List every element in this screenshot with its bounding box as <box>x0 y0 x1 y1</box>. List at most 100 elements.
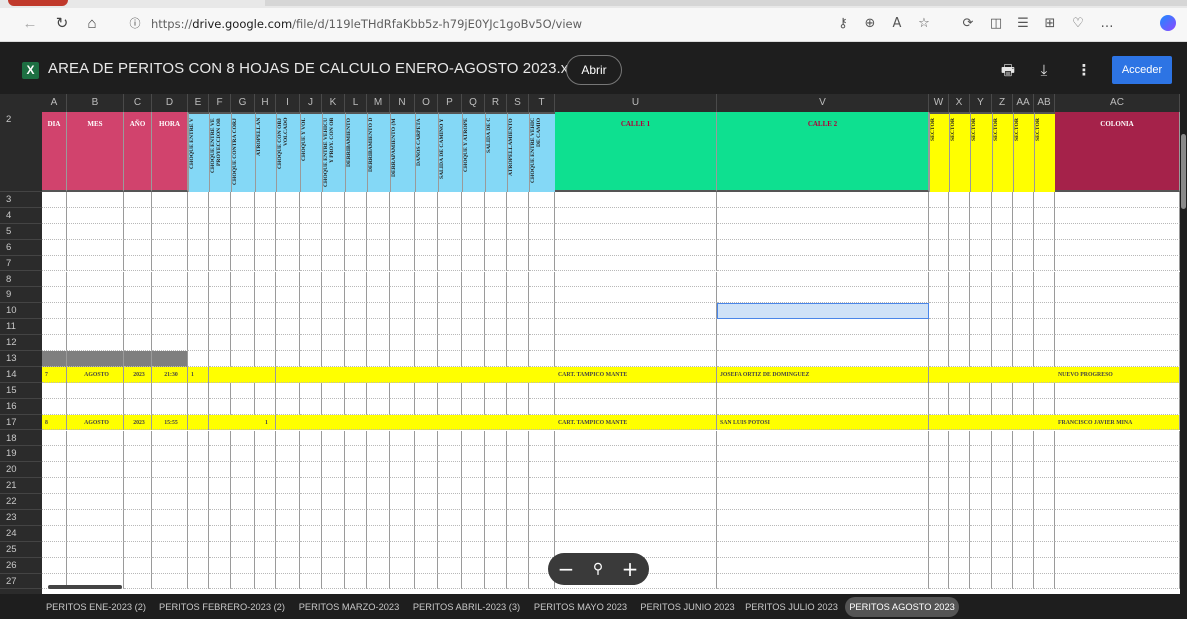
cell-p25[interactable] <box>438 541 462 558</box>
cell-b9[interactable] <box>67 287 124 304</box>
cell-e24[interactable] <box>188 525 209 542</box>
cell-v10[interactable] <box>717 303 929 320</box>
cell-ac17[interactable]: FRANCISCO JAVIER MINA <box>1055 414 1180 431</box>
cell-aa11[interactable] <box>1013 319 1034 336</box>
cell-j11[interactable] <box>300 319 322 336</box>
cell-ab21[interactable] <box>1034 478 1055 495</box>
cell-u20[interactable] <box>555 462 717 479</box>
cell-c8[interactable] <box>124 271 152 288</box>
cell-g11[interactable] <box>231 319 255 336</box>
home-icon[interactable]: ⌂ <box>82 14 102 34</box>
cell-u22[interactable] <box>555 494 717 510</box>
cell-s22[interactable] <box>507 494 529 510</box>
cell-k8[interactable] <box>322 271 345 288</box>
cell-e18[interactable] <box>188 430 209 447</box>
cell-z11[interactable] <box>992 319 1013 336</box>
cell-t13[interactable] <box>529 351 555 367</box>
cell-n25[interactable] <box>390 541 415 558</box>
cell-r9[interactable] <box>485 287 507 304</box>
cell-p7[interactable] <box>438 255 462 272</box>
cell-t22[interactable] <box>529 494 555 510</box>
cell-v12[interactable] <box>717 335 929 351</box>
row-header-23[interactable]: 23 <box>0 510 42 526</box>
cell-ab7[interactable] <box>1034 255 1055 272</box>
cell-l26[interactable] <box>345 557 367 574</box>
cell-z4[interactable] <box>992 207 1013 224</box>
cell-g16[interactable] <box>231 398 255 415</box>
cell-i5[interactable] <box>276 223 300 240</box>
cell-t21[interactable] <box>529 478 555 495</box>
cell-h13[interactable] <box>255 351 276 367</box>
cell-z26[interactable] <box>992 557 1013 574</box>
cell-u10[interactable] <box>555 303 717 320</box>
cell-r18[interactable] <box>485 430 507 447</box>
cell-ab8[interactable] <box>1034 271 1055 288</box>
cell-n26[interactable] <box>390 557 415 574</box>
cell-w9[interactable] <box>929 287 949 304</box>
cell-i13[interactable] <box>276 351 300 367</box>
cell-ac11[interactable] <box>1055 319 1180 336</box>
cell-h4[interactable] <box>255 207 276 224</box>
cell-m12[interactable] <box>367 335 390 351</box>
cell-h7[interactable] <box>255 255 276 272</box>
cell-z20[interactable] <box>992 462 1013 479</box>
cell-w12[interactable] <box>929 335 949 351</box>
row-header-10[interactable]: 10 <box>0 303 42 320</box>
cell-c7[interactable] <box>124 255 152 272</box>
cell-r20[interactable] <box>485 462 507 479</box>
cell-k24[interactable] <box>322 525 345 542</box>
cell-n21[interactable] <box>390 478 415 495</box>
cell-b12[interactable] <box>67 335 124 351</box>
cell-d12[interactable] <box>152 335 188 351</box>
cell-p24[interactable] <box>438 525 462 542</box>
cell-l13[interactable] <box>345 351 367 367</box>
row-header-3[interactable]: 3 <box>0 192 42 208</box>
cell-i27[interactable] <box>276 573 300 590</box>
cell-l4[interactable] <box>345 207 367 224</box>
cell-r21[interactable] <box>485 478 507 495</box>
cell-d17[interactable]: 15:55 <box>152 414 188 431</box>
cell-s15[interactable] <box>507 382 529 399</box>
cell-p13[interactable] <box>438 351 462 367</box>
row-header-19[interactable]: 19 <box>0 446 42 463</box>
cell-j3[interactable] <box>300 192 322 208</box>
cell-s21[interactable] <box>507 478 529 495</box>
cell-ab10[interactable] <box>1034 303 1055 320</box>
cell-o13[interactable] <box>415 351 438 367</box>
cell-a15[interactable] <box>42 382 67 399</box>
cell-k13[interactable] <box>322 351 345 367</box>
cell-s10[interactable] <box>507 303 529 320</box>
cell-ac4[interactable] <box>1055 207 1180 224</box>
cell-w3[interactable] <box>929 192 949 208</box>
column-header-x[interactable]: X <box>949 94 970 112</box>
cell-y11[interactable] <box>970 319 992 336</box>
cell-j19[interactable] <box>300 446 322 463</box>
cell-u18[interactable] <box>555 430 717 447</box>
cell-s8[interactable] <box>507 271 529 288</box>
cell-f24[interactable] <box>209 525 231 542</box>
sheet-tab-7[interactable]: PERITOS JULIO 2023 <box>742 597 841 617</box>
print-icon[interactable]: 🖶 <box>997 59 1019 81</box>
cell-g18[interactable] <box>231 430 255 447</box>
column-header-t[interactable]: T <box>529 94 555 112</box>
cell-m15[interactable] <box>367 382 390 399</box>
cell-d20[interactable] <box>152 462 188 479</box>
cell-n24[interactable] <box>390 525 415 542</box>
cell-u4[interactable] <box>555 207 717 224</box>
cell-d14[interactable]: 21:30 <box>152 366 188 383</box>
cell-u23[interactable] <box>555 510 717 526</box>
cell-l24[interactable] <box>345 525 367 542</box>
cell-ab27[interactable] <box>1034 573 1055 590</box>
cell-c22[interactable] <box>124 494 152 510</box>
cell-i24[interactable] <box>276 525 300 542</box>
cell-k25[interactable] <box>322 541 345 558</box>
cell-w7[interactable] <box>929 255 949 272</box>
split-screen-icon[interactable]: ◫ <box>985 13 1007 35</box>
cell-e11[interactable] <box>188 319 209 336</box>
cell-aa5[interactable] <box>1013 223 1034 240</box>
cell-c6[interactable] <box>124 239 152 256</box>
cell-e27[interactable] <box>188 573 209 590</box>
cell-b26[interactable] <box>67 557 124 574</box>
cell-q3[interactable] <box>462 192 485 208</box>
cell-e20[interactable] <box>188 462 209 479</box>
